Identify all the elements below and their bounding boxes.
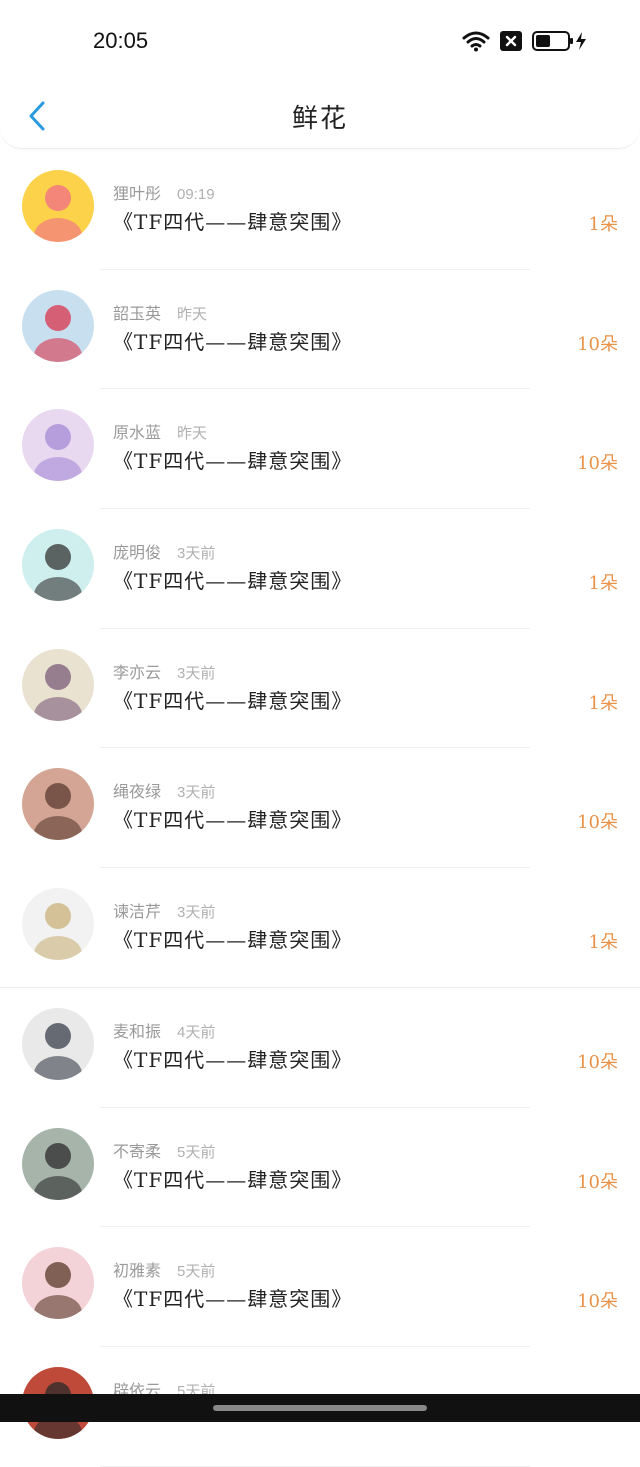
sender-line: 麦和振 4天前	[113, 1018, 215, 1042]
status-time: 20:05	[93, 28, 149, 53]
list-item[interactable]: 初雅素 5天前 《TF四代——肆意突围》 10朵	[0, 1227, 640, 1347]
sent-time: 5天前	[177, 1263, 216, 1281]
bottom-bar	[0, 1394, 640, 1422]
sim-off-icon	[500, 31, 522, 51]
avatar-image	[22, 1007, 94, 1080]
flower-count: 10朵	[577, 1051, 618, 1073]
work-title: 《TF四代——肆意突围》	[113, 688, 353, 713]
work-title: 《TF四代——肆意突围》	[113, 1047, 353, 1072]
list-item[interactable]: 原水蓝 昨天 《TF四代——肆意突围》 10朵	[0, 389, 640, 510]
work-title: 《TF四代——肆意突围》	[113, 329, 353, 354]
sender-line: 谏洁芹 3天前	[113, 898, 215, 922]
status-icons	[462, 30, 590, 52]
avatar-image	[22, 768, 94, 841]
flower-record-list: 狸叶彤 09:19 《TF四代——肆意突围》 1朵 韶玉英 昨天 《TF四代——肆意…	[0, 150, 640, 1467]
avatar-image	[22, 1247, 94, 1320]
avatar-image	[22, 529, 94, 602]
sender-name: 韶玉英	[113, 303, 162, 323]
avatar[interactable]	[22, 648, 94, 721]
flower-count: 10朵	[577, 453, 618, 475]
list-item[interactable]: 谏洁芹 3天前 《TF四代——肆意突围》 1朵	[0, 868, 640, 988]
sender-name: 庞明俊	[113, 543, 162, 563]
sent-time: 昨天	[177, 305, 208, 323]
work-title: 《TF四代——肆意突围》	[113, 449, 353, 474]
sender-line: 不寄柔 5天前	[113, 1138, 215, 1162]
home-indicator[interactable]	[213, 1405, 427, 1411]
sender-line: 绳夜绿 3天前	[113, 778, 215, 802]
sender-name: 麦和振	[113, 1021, 162, 1041]
list-item[interactable]: 韶玉英 昨天 《TF四代——肆意突围》 10朵	[0, 270, 640, 390]
work-title: 《TF四代——肆意突围》	[113, 1287, 353, 1312]
wifi-icon	[462, 31, 490, 52]
sender-name: 李亦云	[113, 662, 162, 682]
sent-time: 3天前	[177, 904, 216, 922]
sender-line: 李亦云 3天前	[113, 659, 215, 683]
divider	[100, 1465, 530, 1467]
sender-name: 初雅素	[113, 1261, 162, 1281]
flower-count: 10朵	[577, 1291, 618, 1313]
avatar[interactable]	[22, 1247, 94, 1320]
avatar-image	[22, 1127, 94, 1200]
sent-time: 3天前	[177, 664, 216, 682]
list-item[interactable]: 狸叶彤 09:19 《TF四代——肆意突围》 1朵	[0, 150, 640, 270]
sender-name: 不寄柔	[113, 1141, 162, 1161]
list-item[interactable]: 李亦云 3天前 《TF四代——肆意突围》 1朵	[0, 629, 640, 749]
flower-count: 1朵	[588, 573, 618, 595]
sender-name: 绳夜绿	[113, 782, 162, 802]
work-title: 《TF四代——肆意突围》	[113, 808, 353, 833]
avatar-image	[22, 648, 94, 721]
nav-header: 鲜花	[0, 84, 640, 149]
flower-count: 10朵	[577, 812, 618, 834]
sender-name: 原水蓝	[113, 423, 162, 443]
flower-count: 1朵	[588, 214, 618, 235]
flower-count: 1朵	[588, 692, 618, 714]
sent-time: 09:19	[177, 186, 215, 203]
avatar-image	[22, 409, 94, 482]
avatar[interactable]	[22, 1127, 94, 1200]
list-item[interactable]: 麦和振 4天前 《TF四代——肆意突围》 10朵	[0, 988, 640, 1108]
avatar[interactable]	[22, 768, 94, 841]
sender-line: 韶玉英 昨天	[113, 300, 207, 324]
list-item[interactable]: 绳夜绿 3天前 《TF四代——肆意突围》 10朵	[0, 748, 640, 869]
work-title: 《TF四代——肆意突围》	[113, 569, 353, 594]
avatar[interactable]	[22, 289, 94, 362]
sent-time: 4天前	[177, 1023, 216, 1041]
avatar[interactable]	[22, 170, 94, 242]
flower-count: 10朵	[577, 333, 618, 355]
sent-time: 3天前	[177, 784, 216, 802]
flower-count: 1朵	[588, 932, 618, 954]
avatar-image	[22, 170, 94, 242]
avatar-image	[22, 888, 94, 961]
list-item[interactable]: 不寄柔 5天前 《TF四代——肆意突围》 10朵	[0, 1108, 640, 1228]
sender-line: 原水蓝 昨天	[113, 419, 207, 443]
sender-line: 庞明俊 3天前	[113, 539, 215, 563]
sender-name: 谏洁芹	[113, 902, 162, 922]
sent-time: 昨天	[177, 425, 208, 443]
sender-name: 狸叶彤	[113, 184, 162, 203]
work-title: 《TF四代——肆意突围》	[113, 1167, 353, 1192]
sender-line: 初雅素 5天前	[113, 1257, 215, 1281]
avatar[interactable]	[22, 1007, 94, 1080]
avatar[interactable]	[22, 529, 94, 602]
page-title: 鲜花	[291, 104, 348, 134]
flower-count: 10朵	[577, 1171, 618, 1193]
sender-line: 狸叶彤 09:19	[113, 180, 215, 204]
work-title: 《TF四代——肆意突围》	[113, 928, 353, 953]
status-bar: 20:05	[0, 0, 640, 84]
avatar[interactable]	[22, 888, 94, 961]
list-item[interactable]: 庞明俊 3天前 《TF四代——肆意突围》 1朵	[0, 509, 640, 629]
avatar-image	[22, 289, 94, 362]
battery-icon	[532, 31, 586, 51]
sent-time: 3天前	[177, 545, 216, 563]
avatar[interactable]	[22, 409, 94, 482]
work-title: 《TF四代——肆意突围》	[113, 210, 353, 234]
sent-time: 5天前	[177, 1143, 216, 1161]
